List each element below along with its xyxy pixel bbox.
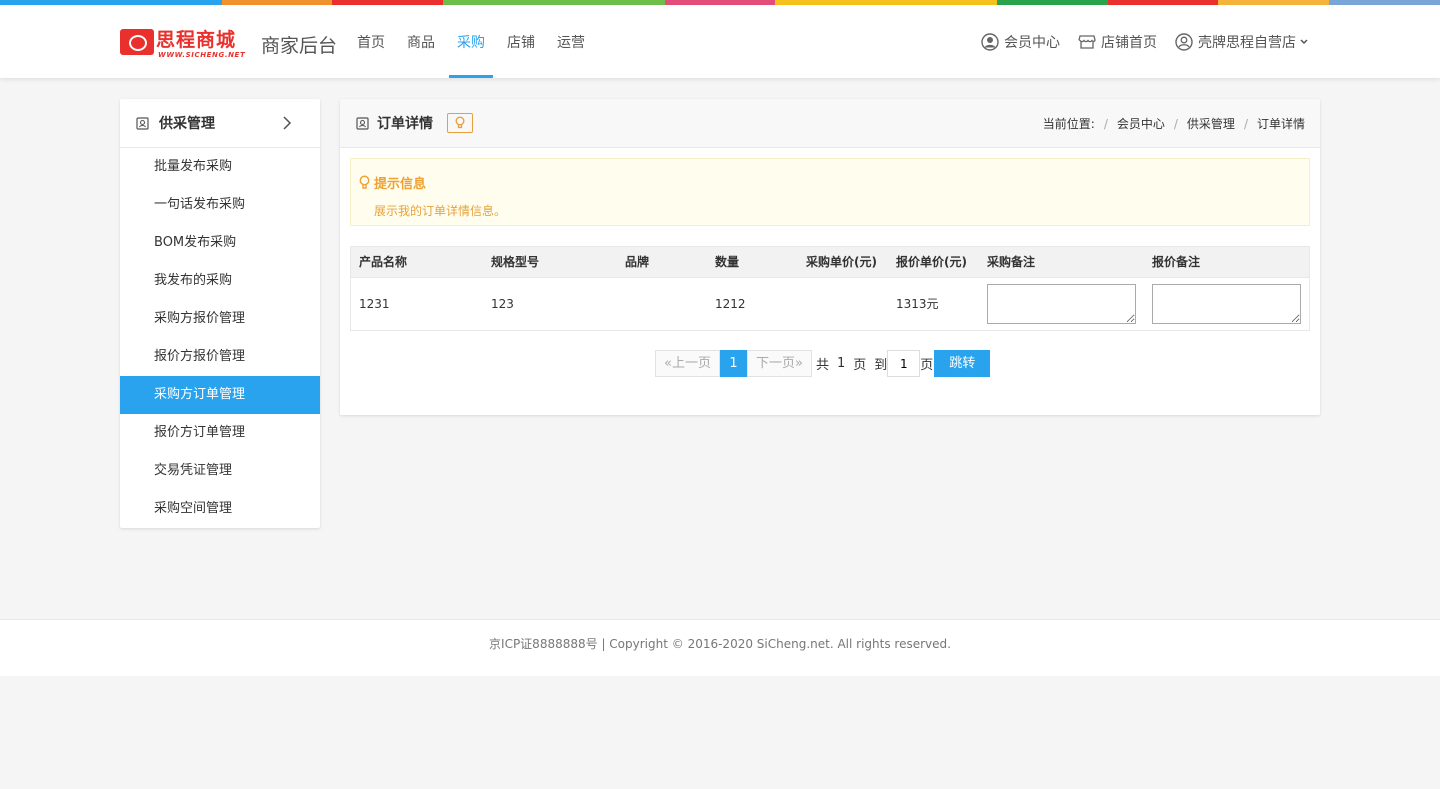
lightbulb-icon — [455, 116, 465, 129]
nav-item-operation[interactable]: 运营 — [549, 5, 593, 78]
column-header-quantity: 数量 — [715, 255, 740, 269]
cell-spec: 123 — [491, 297, 514, 311]
column-header-quote-remark: 报价备注 — [1152, 255, 1201, 269]
total-prefix: 共 — [815, 358, 829, 373]
logo[interactable]: 思程商城 WWW.SICHENG.NET — [120, 27, 253, 63]
sidebar-item-purchase-space[interactable]: 采购空间管理 — [120, 490, 320, 528]
sidebar-item-bom-publish[interactable]: BOM发布采购 — [120, 224, 320, 262]
goto-page-input[interactable] — [887, 350, 921, 377]
purchase-remark-textarea[interactable] — [987, 284, 1136, 324]
main-panel: 订单详情 当前位置: / 会员中心 / 供采管理 / 订单详情 提示信息 展示我… — [340, 99, 1320, 415]
breadcrumb-separator: / — [1243, 116, 1248, 131]
nav-item-goods[interactable]: 商品 — [399, 5, 443, 78]
sidebar-item-buyer-quotes[interactable]: 采购方报价管理 — [120, 300, 320, 338]
brand-title: 商家后台 — [261, 35, 338, 57]
quote-remark-textarea[interactable] — [1152, 284, 1301, 324]
sidebar-item-seller-quotes[interactable]: 报价方报价管理 — [120, 338, 320, 376]
prev-page-button[interactable]: «上一页 — [655, 350, 720, 377]
sidebar-item-my-purchases[interactable]: 我发布的采购 — [120, 262, 320, 300]
member-center-link[interactable]: 会员中心 — [981, 32, 1060, 52]
nav-item-home[interactable]: 首页 — [349, 5, 393, 78]
sidebar-item-batch-publish[interactable]: 批量发布采购 — [120, 148, 320, 186]
user-outline-icon — [1175, 32, 1193, 51]
lightbulb-icon — [359, 175, 370, 189]
chevron-down-icon — [1300, 38, 1308, 44]
logo-text: 思程商城 — [156, 29, 237, 51]
sidebar-item-seller-orders[interactable]: 报价方订单管理 — [120, 414, 320, 452]
breadcrumb-item-current: 订单详情 — [1256, 117, 1305, 131]
footer-copyright: 京ICP证8888888号 | Copyright © 2016-2020 Si… — [489, 637, 951, 651]
logo-mark-icon — [120, 29, 154, 55]
current-page-button[interactable]: 1 — [719, 350, 747, 377]
member-center-label: 会员中心 — [1004, 34, 1060, 51]
tip-box: 提示信息 展示我的订单详情信息。 — [350, 158, 1310, 226]
sidebar-item-transaction-vouchers[interactable]: 交易凭证管理 — [120, 452, 320, 490]
table-row: 1231 123 1212 1313元 — [351, 278, 1309, 330]
column-header-spec: 规格型号 — [491, 255, 540, 269]
shop-home-label: 店铺首页 — [1101, 34, 1157, 51]
page-title: 订单详情 — [377, 116, 433, 132]
cell-quote-price: 1313元 — [896, 297, 939, 311]
goto-page-button[interactable]: 跳转 — [934, 350, 991, 377]
footer: 京ICP证8888888号 | Copyright © 2016-2020 Si… — [0, 619, 1440, 676]
next-page-button[interactable]: 下一页» — [746, 350, 812, 377]
cell-quantity: 1212 — [715, 297, 746, 311]
sidebar-item-buyer-orders[interactable]: 采购方订单管理 — [120, 376, 320, 414]
total-pages: 1 — [836, 356, 846, 371]
breadcrumb-separator: / — [1173, 116, 1178, 131]
column-header-purchase-remark: 采购备注 — [987, 255, 1036, 269]
breadcrumb-item-member-center[interactable]: 会员中心 — [1117, 115, 1165, 132]
breadcrumb-separator: / — [1103, 116, 1108, 131]
chevron-right-icon — [283, 116, 292, 130]
column-header-purchase-price: 采购单价(元) — [806, 255, 877, 269]
shop-home-link[interactable]: 店铺首页 — [1078, 32, 1157, 52]
module-icon — [136, 116, 149, 130]
order-detail-table: 产品名称 规格型号 品牌 数量 采购单价(元) 报价单价(元) 采购备注 报价备… — [350, 246, 1310, 331]
nav-item-purchase[interactable]: 采购 — [449, 5, 493, 78]
sidebar-title: 供采管理 — [159, 116, 215, 132]
column-header-product-name: 产品名称 — [359, 255, 408, 269]
store-icon — [1078, 34, 1096, 49]
user-circle-icon — [981, 32, 999, 51]
tip-toggle-button[interactable] — [447, 113, 473, 133]
goto-prefix: 到 — [874, 358, 888, 373]
page-unit: 页 — [853, 358, 867, 373]
goto-suffix: 页 — [920, 358, 934, 373]
cell-product-name: 1231 — [359, 297, 390, 311]
pagination: «上一页 1 下一页» 共 1 页 到 页 跳转 — [655, 350, 991, 377]
sidebar-menu: 批量发布采购 一句话发布采购 BOM发布采购 我发布的采购 采购方报价管理 报价… — [120, 148, 320, 528]
header: 思程商城 WWW.SICHENG.NET 商家后台 首页 商品 采购 店铺 运营… — [0, 5, 1440, 78]
main-nav: 首页 商品 采购 店铺 运营 — [349, 5, 599, 78]
tip-title: 提示信息 — [359, 173, 426, 192]
sidebar: 供采管理 批量发布采购 一句话发布采购 BOM发布采购 我发布的采购 采购方报价… — [120, 99, 320, 528]
breadcrumb-prefix: 当前位置: — [1042, 117, 1095, 131]
store-account-menu[interactable]: 壳牌思程自营店 — [1175, 32, 1309, 52]
top-right-links: 会员中心 店铺首页 壳牌思程自营店 — [963, 5, 1309, 78]
sidebar-item-one-sentence-publish[interactable]: 一句话发布采购 — [120, 186, 320, 224]
table-header-row: 产品名称 规格型号 品牌 数量 采购单价(元) 报价单价(元) 采购备注 报价备… — [351, 247, 1309, 278]
logo-subtext: WWW.SICHENG.NET — [158, 51, 246, 59]
breadcrumb-item-supply[interactable]: 供采管理 — [1187, 115, 1235, 132]
column-header-quote-price: 报价单价(元) — [896, 255, 967, 269]
breadcrumb: 当前位置: / 会员中心 / 供采管理 / 订单详情 — [1043, 99, 1305, 148]
tip-text: 展示我的订单详情信息。 — [374, 204, 507, 218]
nav-item-shop[interactable]: 店铺 — [499, 5, 543, 78]
sidebar-header[interactable]: 供采管理 — [120, 99, 320, 148]
store-name-label: 壳牌思程自营店 — [1198, 34, 1296, 51]
tip-title-text: 提示信息 — [374, 177, 427, 192]
main-header: 订单详情 当前位置: / 会员中心 / 供采管理 / 订单详情 — [340, 99, 1320, 148]
module-icon — [356, 116, 369, 130]
column-header-brand: 品牌 — [625, 255, 650, 269]
